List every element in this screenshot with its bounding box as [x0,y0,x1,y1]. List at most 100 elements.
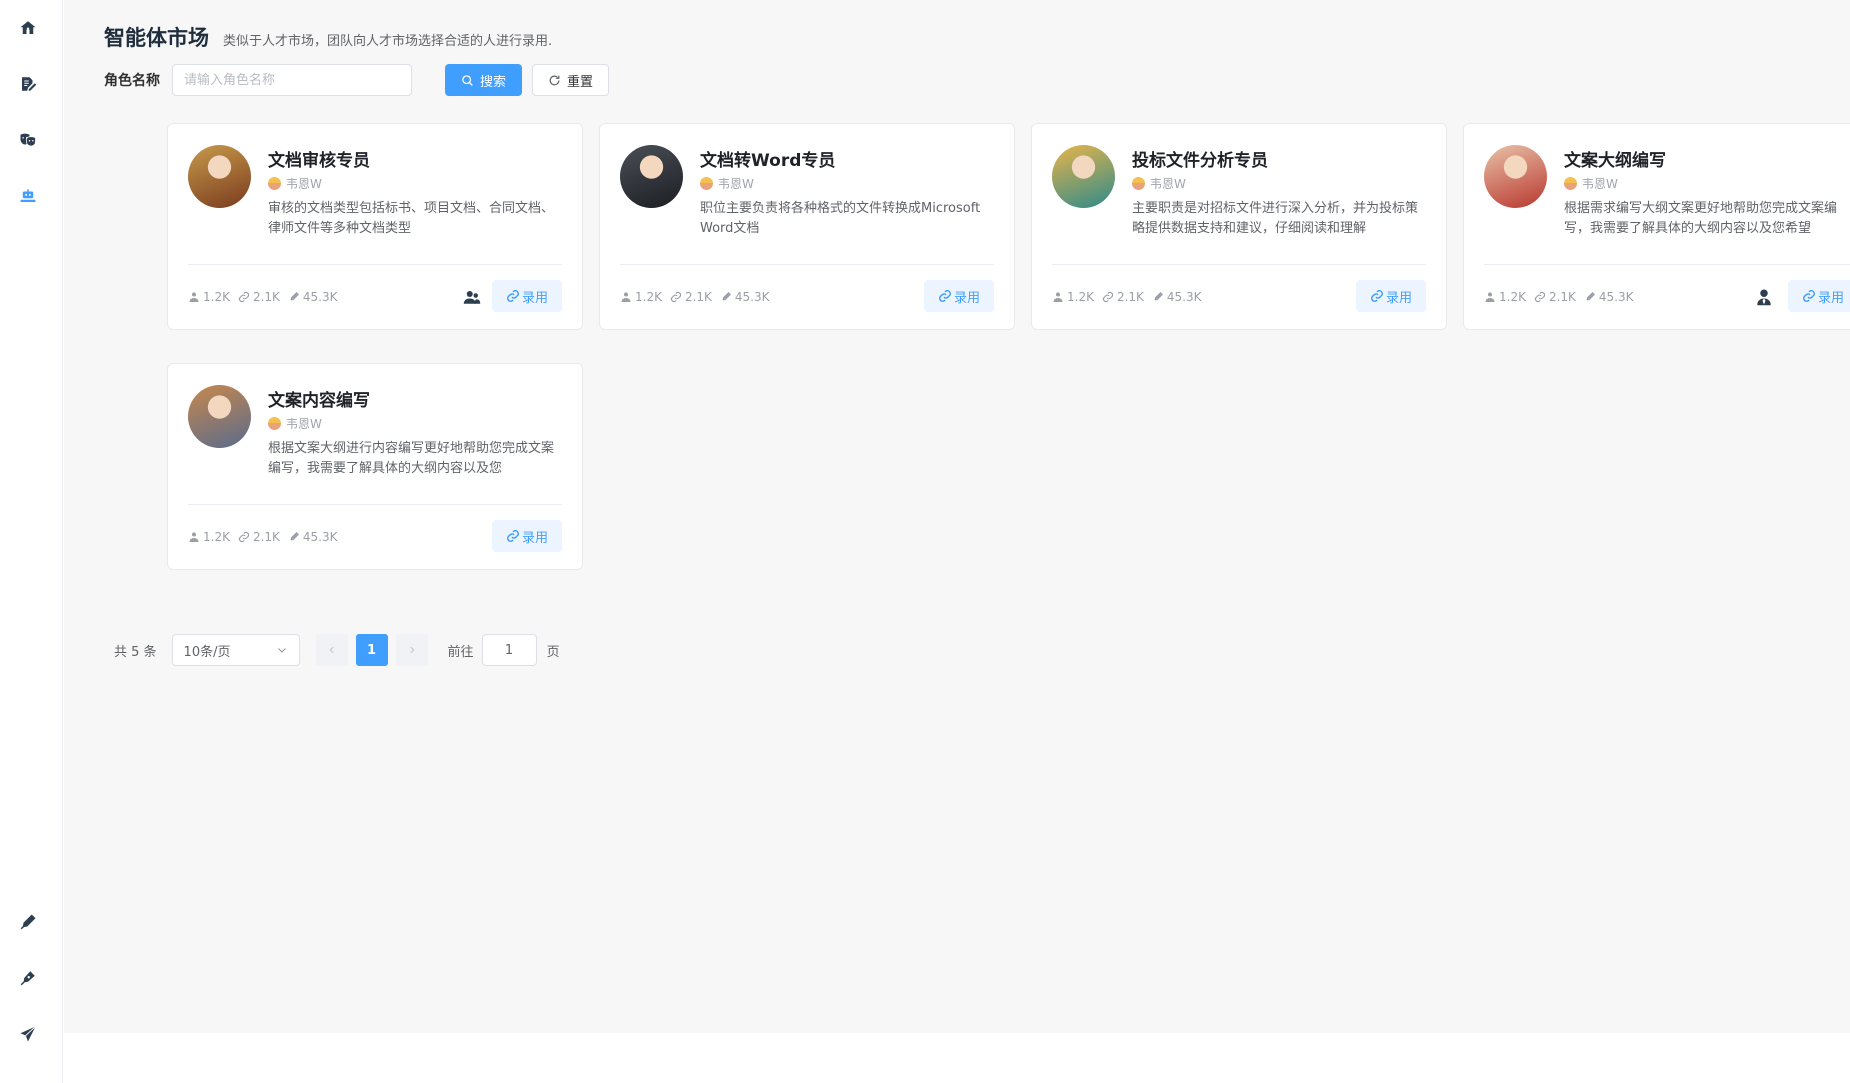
card-divider [188,264,562,265]
links-count: 2.1K [252,530,280,544]
edits-stat: 45.3K [288,530,338,544]
agent-stats: 1.2K 2.1K 45.3K [1484,290,1634,304]
reset-button-label: 重置 [567,74,594,90]
author-name: 韦恩W [1582,177,1618,191]
links-count: 2.1K [252,290,280,304]
agent-name[interactable]: 文案内容编写 [268,386,370,411]
agent-stats: 1.2K 2.1K 45.3K [620,290,770,304]
users-count: 1.2K [1067,290,1094,304]
agent-name[interactable]: 投标文件分析专员 [1132,146,1268,171]
agent-description: 审核的文档类型包括标书、项目文档、合同文档、律师文件等多种文档类型 [268,201,555,236]
author-name: 韦恩W [286,417,322,431]
page-size-select[interactable]: 10条/页 [171,634,300,666]
users-stat: 1.2K [620,290,662,304]
link-stat-icon [670,291,682,303]
link-stat-icon [1534,291,1546,303]
users-stat: 1.2K [188,290,230,304]
hire-button[interactable]: 录用 [1355,280,1426,312]
page-subtitle: 类似于人才市场，团队向人才市场选择合适的人进行录用. [223,34,553,49]
users-stat: 1.2K [1052,290,1094,304]
hire-button[interactable]: 录用 [491,280,562,312]
link-stat-icon [1102,291,1114,303]
agent-name[interactable]: 文档转Word专员 [700,146,835,171]
users-stat: 1.2K [1484,290,1526,304]
agent-author: 韦恩W [268,415,322,432]
users-stat-icon [189,532,199,542]
author-avatar [268,177,281,190]
agent-description: 根据需求编写大纲文案更好地帮助您完成文案编写，我需要了解具体的大纲内容以及您希望 [1564,201,1838,236]
edits-stat: 45.3K [1152,290,1202,304]
hire-button-label: 录用 [1385,290,1412,306]
link-icon [1371,290,1383,302]
agent-name[interactable]: 文档审核专员 [268,146,370,171]
sidebar-item-home[interactable] [12,12,44,44]
agent-card[interactable]: 文案内容编写韦恩W 根据文案大纲进行内容编写更好地帮助您完成文案编写，我需要了解具… [167,363,583,570]
users-stat-icon [189,292,199,302]
edits-count: 45.3K [302,290,338,304]
author-name: 韦恩W [1150,177,1186,191]
goto-page-input[interactable] [481,634,537,666]
edits-count: 45.3K [1598,290,1634,304]
goto-label: 前往 [447,644,474,660]
card-divider [1052,264,1426,265]
agent-author: 韦恩W [1132,175,1186,192]
hire-button[interactable]: 录用 [923,280,994,312]
refresh-icon [549,75,560,85]
sidebar-item-market[interactable] [12,180,44,212]
sidebar-item-roles[interactable] [12,124,44,156]
agent-author: 韦恩W [1564,175,1618,192]
agent-card[interactable]: 投标文件分析专员 韦恩W 主要职责是对招标文件进行深入分析，并为投标策略提供数据支持… [1031,123,1447,330]
role-name-label: 角色名称 [104,73,160,89]
agent-card[interactable]: 文档审核专员韦恩W 审核的文档类型包括标书、项目文档、合同文档、律师文件等多种文档… [167,123,583,330]
search-button[interactable]: 搜索 [445,64,523,96]
users-count: 1.2K [635,290,662,304]
search-icon [462,74,473,86]
page-suffix: 页 [546,644,560,660]
users-stat-icon [1485,292,1495,302]
agent-name[interactable]: 文案大纲编写 [1564,146,1666,171]
edit-doc-icon [22,77,37,91]
edit-stat-icon [1586,292,1595,301]
sidebar-item-edit[interactable] [12,68,44,100]
reset-button[interactable]: 重置 [532,64,610,96]
link-stat-icon [238,291,250,303]
edit-stat-icon [722,292,731,301]
edit-stat-icon [1154,292,1163,301]
edit-stat-icon [290,532,299,541]
hire-button-label: 录用 [953,290,980,306]
page-title: 智能体市场 [104,26,209,50]
agent-description: 根据文案大纲进行内容编写更好地帮助您完成文案编写，我需要了解具体的大纲内容以及您 [268,441,555,476]
links-count: 2.1K [1116,290,1144,304]
chevron-left-icon [329,646,334,654]
role-name-input[interactable] [172,64,412,96]
total-count: 共 5 条 [114,644,157,660]
edits-stat: 45.3K [1584,290,1634,304]
links-stat: 2.1K [670,290,712,304]
hire-button[interactable]: 录用 [491,520,562,552]
links-stat: 2.1K [1534,290,1576,304]
pen-icon [20,914,36,930]
agent-card[interactable]: 文档转Word专员 韦恩W 职位主要负责将各种格式的文件转换成Microsoft W… [599,123,1015,330]
hire-button-label: 录用 [521,290,548,306]
sidebar-item-pen[interactable] [12,906,44,938]
agent-card[interactable]: 文案大纲编写韦恩W 根据需求编写大纲文案更好地帮助您完成文案编写，我需要了解具体的… [1463,123,1850,330]
pen-nib-icon [20,971,35,986]
author-name: 韦恩W [286,177,322,191]
next-page-button[interactable] [395,634,428,666]
sidebar-item-pen-nib[interactable] [12,962,44,994]
agent-stats: 1.2K 2.1K 45.3K [1052,290,1202,304]
hire-button-label: 录用 [1817,290,1844,306]
link-icon [507,290,519,302]
agent-avatar [620,145,683,208]
chevron-down-icon [277,648,286,653]
agent-author: 韦恩W [700,175,754,192]
page-size-value: 10条/页 [183,644,231,660]
hire-button[interactable]: 录用 [1787,280,1850,312]
prev-page-button[interactable] [315,634,348,666]
links-count: 2.1K [1548,290,1576,304]
author-avatar [1564,177,1577,190]
users-count: 1.2K [203,290,230,304]
page-number-current[interactable]: 1 [355,634,388,666]
sidebar-item-send[interactable] [12,1018,44,1050]
edits-stat: 45.3K [720,290,770,304]
